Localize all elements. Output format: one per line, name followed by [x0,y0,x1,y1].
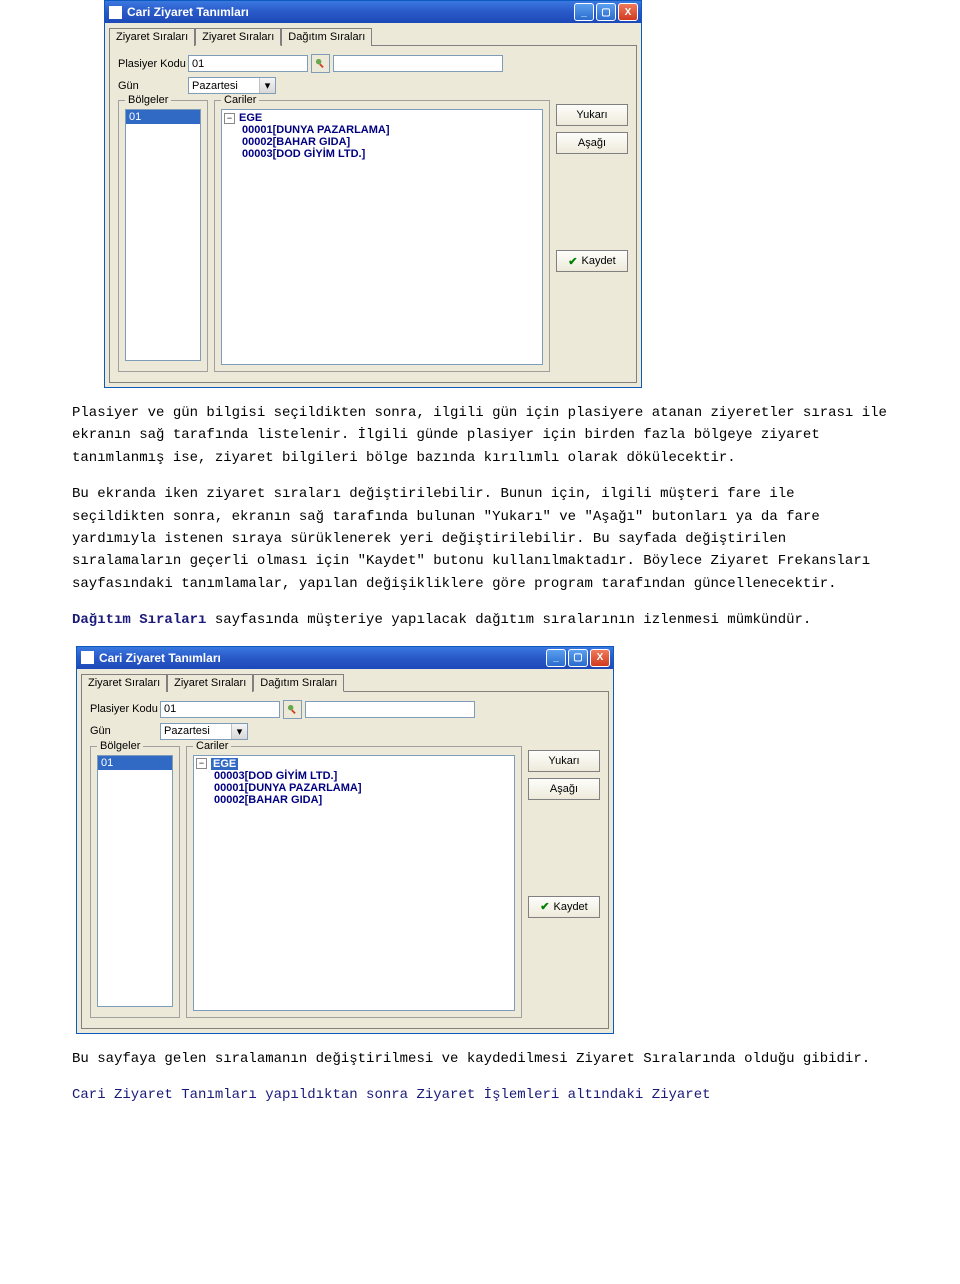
minimize-button[interactable]: _ [546,649,566,667]
doc-paragraph: Bu ekranda iken ziyaret sıraları değişti… [72,483,888,595]
cariler-group: Cariler − EGE 00001[DUNYA PAZARLAMA] 000… [214,100,550,372]
list-item[interactable]: 01 [98,756,172,770]
chevron-down-icon: ▾ [259,78,275,93]
plasiyer-lookup-icon[interactable] [311,54,330,73]
doc-highlight: Dağıtım Sıraları [72,612,206,628]
tree-item[interactable]: 00002[BAHAR GIDA] [224,136,540,148]
close-button[interactable]: X [618,3,638,21]
gun-select[interactable]: Pazartesi ▾ [188,77,276,94]
doc-paragraph: Cari Ziyaret Tanımları yapıldıktan sonra… [72,1084,888,1106]
doc-paragraph: Bu sayfaya gelen sıralamanın değiştirilm… [72,1048,888,1070]
check-icon: ✔ [568,255,577,268]
plasiyer-label: Plasiyer Kodu [90,703,160,715]
tab-dagitim-siralari[interactable]: Dağıtım Sıraları [281,28,372,46]
maximize-button[interactable]: ▢ [596,3,616,21]
tab-ziyaret-siralari-1[interactable]: Ziyaret Sıraları [81,674,167,692]
tree-root-label: EGE [211,758,238,770]
tree-item[interactable]: 00002[BAHAR GIDA] [196,794,512,806]
doc-paragraph: Plasiyer ve gün bilgisi seçildikten sonr… [72,402,888,469]
plasiyer-name-input[interactable] [305,701,475,718]
tree-item[interactable]: 00003[DOD GİYİM LTD.] [224,148,540,160]
plasiyer-lookup-icon[interactable] [283,700,302,719]
check-icon: ✔ [540,900,549,913]
gun-select[interactable]: Pazartesi ▾ [160,723,248,740]
chevron-down-icon: ▾ [231,724,247,739]
cariler-tree[interactable]: − EGE 00001[DUNYA PAZARLAMA] 00002[BAHAR… [221,109,543,365]
gun-value: Pazartesi [189,80,259,92]
save-button[interactable]: ✔ Kaydet [556,250,628,272]
up-button[interactable]: Yukarı [556,104,628,126]
bolgeler-list[interactable]: 01 [97,755,173,1007]
tree-item[interactable]: 00001[DUNYA PAZARLAMA] [224,124,540,136]
tree-root[interactable]: − EGE [196,758,512,770]
list-item[interactable]: 01 [126,110,200,124]
bolgeler-legend: Bölgeler [97,740,143,752]
plasiyer-label: Plasiyer Kodu [118,58,188,70]
tree-root-label: EGE [239,112,262,124]
tabs-row: Ziyaret Sıraları Ziyaret Sıraları Dağıtı… [77,669,613,691]
tab-ziyaret-siralari-1[interactable]: Ziyaret Sıraları [109,28,195,46]
cariler-legend: Cariler [221,94,259,106]
tree-root[interactable]: − EGE [224,112,540,124]
cariler-tree[interactable]: − EGE 00003[DOD GİYİM LTD.] 00001[DUNYA … [193,755,515,1011]
tab-ziyaret-siralari-2[interactable]: Ziyaret Sıraları [167,674,253,692]
tree-item[interactable]: 00001[DUNYA PAZARLAMA] [196,782,512,794]
plasiyer-input[interactable] [188,55,308,72]
gun-label: Gün [90,725,160,737]
down-button[interactable]: Aşağı [528,778,600,800]
app-icon [81,651,94,664]
window-title: Cari Ziyaret Tanımları [99,651,546,665]
tree-collapse-icon[interactable]: − [196,758,207,769]
tab-body: Plasiyer Kodu Gün Pazartesi ▾ [109,45,637,383]
doc-paragraph: Dağıtım Sıraları sayfasında müşteriye ya… [72,609,888,631]
gun-label: Gün [118,80,188,92]
plasiyer-name-input[interactable] [333,55,503,72]
close-button[interactable]: X [590,649,610,667]
cariler-group: Cariler − EGE 00003[DOD GİYİM LTD.] 0000… [186,746,522,1018]
bolgeler-list[interactable]: 01 [125,109,201,361]
bolgeler-group: Bölgeler 01 [90,746,180,1018]
minimize-button[interactable]: _ [574,3,594,21]
save-label: Kaydet [581,255,615,267]
plasiyer-input[interactable] [160,701,280,718]
tabs-row: Ziyaret Sıraları Ziyaret Sıraları Dağıtı… [105,23,641,45]
tab-ziyaret-siralari-2[interactable]: Ziyaret Sıraları [195,28,281,46]
window-titlebar[interactable]: Cari Ziyaret Tanımları _ ▢ X [77,647,613,669]
gun-value: Pazartesi [161,725,231,737]
up-button[interactable]: Yukarı [528,750,600,772]
tree-collapse-icon[interactable]: − [224,113,235,124]
bolgeler-legend: Bölgeler [125,94,171,106]
tab-dagitim-siralari[interactable]: Dağıtım Sıraları [253,674,344,692]
save-label: Kaydet [553,901,587,913]
app-icon [109,6,122,19]
window-ziyaret-siralari: Cari Ziyaret Tanımları _ ▢ X Ziyaret Sır… [104,0,642,388]
bolgeler-group: Bölgeler 01 [118,100,208,372]
tree-item[interactable]: 00003[DOD GİYİM LTD.] [196,770,512,782]
window-titlebar[interactable]: Cari Ziyaret Tanımları _ ▢ X [105,1,641,23]
cariler-legend: Cariler [193,740,231,752]
save-button[interactable]: ✔ Kaydet [528,896,600,918]
tab-body: Plasiyer Kodu Gün Pazartesi ▾ [81,691,609,1029]
window-dagitim-siralari: Cari Ziyaret Tanımları _ ▢ X Ziyaret Sır… [76,646,614,1034]
maximize-button[interactable]: ▢ [568,649,588,667]
window-title: Cari Ziyaret Tanımları [127,5,574,19]
down-button[interactable]: Aşağı [556,132,628,154]
